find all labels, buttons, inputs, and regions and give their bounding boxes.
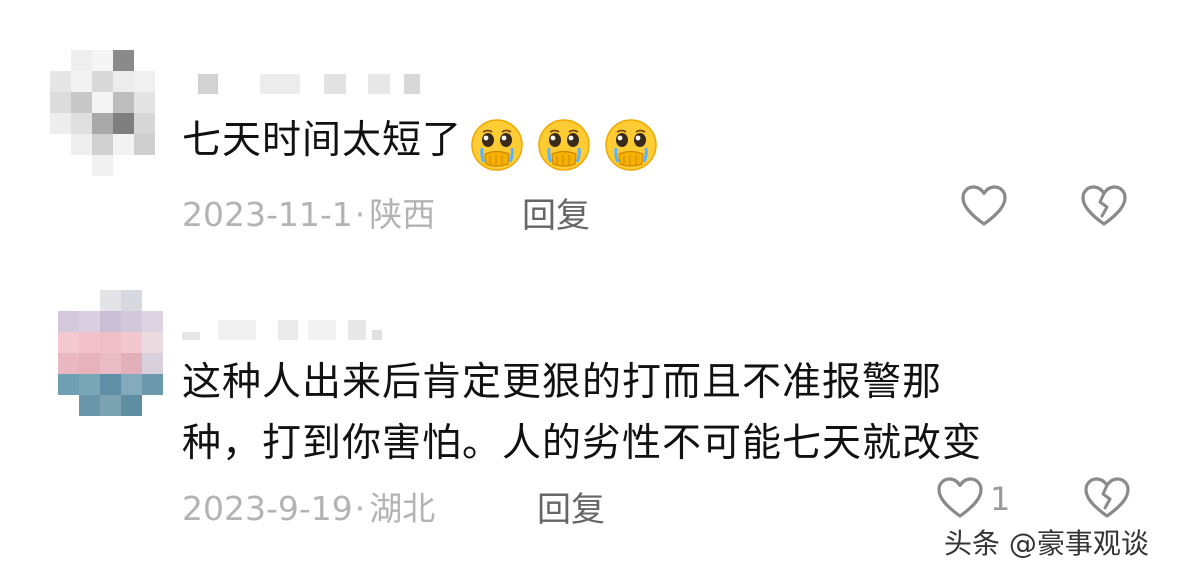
reply-button[interactable]: 回复 — [537, 482, 605, 531]
comment-location: 陕西 — [369, 195, 436, 234]
comment-location: 湖北 — [369, 489, 436, 528]
broken-heart-outline-icon — [1084, 477, 1130, 518]
dislike-button[interactable] — [1080, 184, 1128, 232]
like-button[interactable]: 1 — [936, 476, 1010, 524]
comment-text: 这种人出来后肯定更狠的打而且不准报警那 种，打到你害怕。人的劣性不可能七天就改变 — [182, 352, 982, 474]
pleading-face-icon — [605, 118, 657, 171]
emoji-group — [470, 112, 671, 173]
watermark: 头条 @豪事观谈 — [944, 527, 1149, 560]
comment-date: 2023-11-1 — [182, 195, 353, 234]
pleading-face-icon — [538, 118, 590, 171]
pleading-face-icon — [471, 118, 523, 171]
heart-outline-icon — [961, 185, 1007, 226]
comment-meta: 2023-9-19· 湖北 回复 — [182, 482, 605, 530]
comment-text-line: 这种人出来后肯定更狠的打而且不准报警那 — [182, 360, 943, 405]
comment-date: 2023-9-19 — [182, 489, 353, 528]
like-button[interactable] — [960, 184, 1008, 232]
comment-meta: 2023-11-1· 陕西 回复 — [182, 188, 590, 236]
reply-button[interactable]: 回复 — [522, 188, 590, 237]
avatar[interactable] — [58, 290, 163, 420]
heart-outline-icon — [937, 477, 983, 518]
username-redacted[interactable] — [182, 74, 422, 94]
comment-item: 七天时间太短了 2023-11-1· 陕西 回复 — [0, 50, 1179, 250]
comment-item: 这种人出来后肯定更狠的打而且不准报警那 种，打到你害怕。人的劣性不可能七天就改变… — [0, 290, 1179, 550]
dislike-button[interactable] — [1083, 476, 1131, 524]
comment-text: 七天时间太短了 — [182, 110, 671, 173]
comment-text-line: 种，打到你害怕。人的劣性不可能七天就改变 — [182, 421, 983, 466]
like-count: 1 — [990, 480, 1011, 518]
broken-heart-outline-icon — [1081, 185, 1127, 226]
avatar[interactable] — [50, 50, 155, 180]
meta-separator: · — [354, 195, 366, 234]
meta-separator: · — [354, 489, 366, 528]
username-redacted[interactable] — [182, 320, 422, 340]
